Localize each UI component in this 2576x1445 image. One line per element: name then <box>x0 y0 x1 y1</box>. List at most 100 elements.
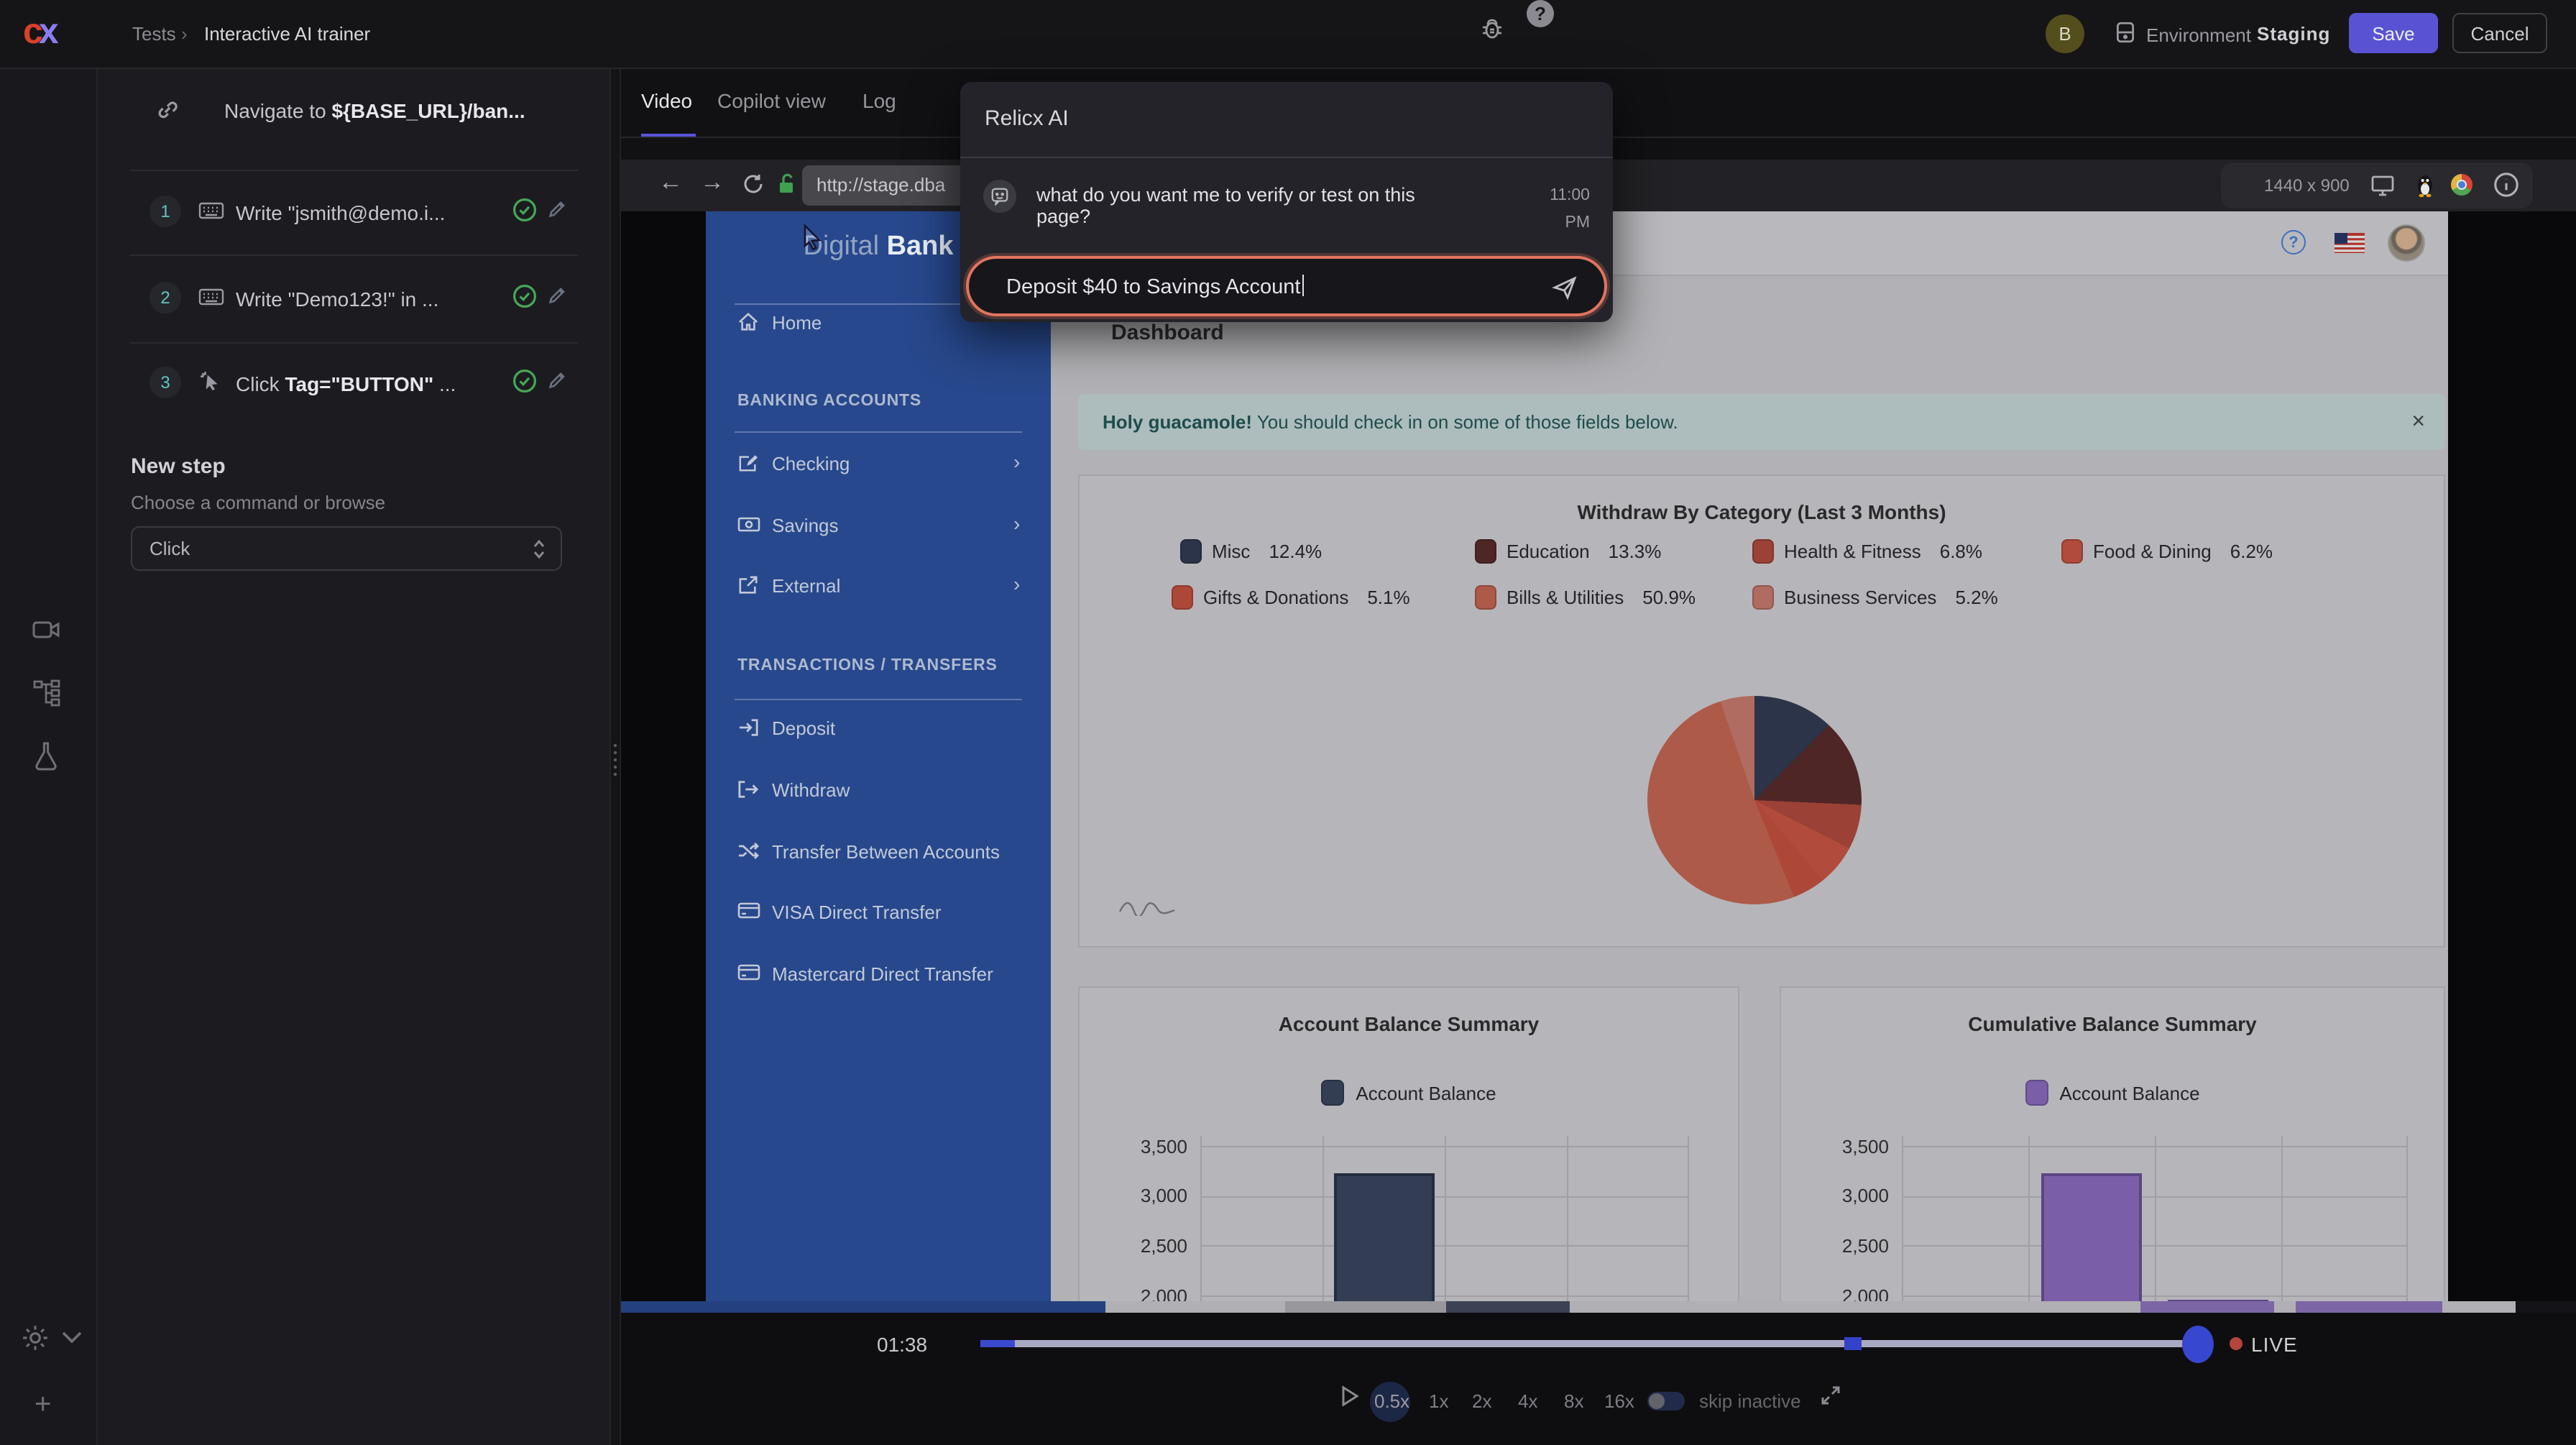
step-navigate[interactable]: Navigate to ${BASE_URL}/ban... <box>98 79 610 148</box>
legend-item[interactable]: Food & Dining6.2% <box>2061 539 2273 564</box>
external-link-icon <box>737 575 759 595</box>
legend-swatch <box>1475 585 1496 610</box>
step-row-3[interactable]: 3 Click Tag="BUTTON" ... <box>98 352 610 421</box>
settings-gear-icon[interactable] <box>20 1323 50 1353</box>
speed-2x-button[interactable]: 2x <box>1472 1390 1491 1412</box>
back-icon[interactable]: ← <box>658 168 683 197</box>
step-row-1[interactable]: 1 Write "jsmith@demo.i... <box>98 181 610 250</box>
bar-chart-legend[interactable]: Account Balance <box>1080 1080 1738 1106</box>
play-icon[interactable] <box>1340 1385 1360 1408</box>
flask-icon[interactable] <box>32 740 60 772</box>
send-icon[interactable] <box>1551 275 1578 301</box>
environment-label: Environment <box>2146 24 2251 46</box>
y-tick: 2,500 <box>1803 1235 1889 1257</box>
video-viewport[interactable]: Digital Bank Home BANKING ACCOUNTS <box>621 211 2576 1301</box>
user-avatar[interactable]: B <box>2046 14 2084 53</box>
relicx-ai-dialog: Relicx AI what do you want me to verify … <box>960 82 1613 322</box>
checking-icon <box>737 453 759 473</box>
bank-section-title: TRANSACTIONS / TRANSFERS <box>737 657 998 674</box>
bank-nav-mastercard-direct-transfer[interactable]: Mastercard Direct Transfer <box>706 953 1051 996</box>
shuffle-icon <box>737 841 760 860</box>
command-select[interactable]: Click <box>131 526 562 571</box>
bank-nav-savings[interactable]: Savings › <box>706 505 1051 548</box>
forward-icon[interactable]: → <box>700 168 724 197</box>
bank-nav-label: Mastercard Direct Transfer <box>772 963 993 985</box>
chevron-right-icon: › <box>1013 572 1020 595</box>
panel-resizer[interactable] <box>610 69 621 1445</box>
bank-nav-transfer-between-accounts[interactable]: Transfer Between Accounts <box>706 831 1051 874</box>
legend-item[interactable]: Misc12.4% <box>1180 539 1322 564</box>
tab-log[interactable]: Log <box>862 89 896 112</box>
divider <box>129 170 578 171</box>
bank-user-avatar[interactable] <box>2388 224 2425 262</box>
chrome-browser-icon <box>2451 174 2472 196</box>
flow-tree-icon[interactable] <box>32 679 63 707</box>
seek-bar-buffered <box>980 1340 1015 1347</box>
sparkline-icon <box>1118 893 1176 916</box>
chevron-down-icon[interactable] <box>60 1329 83 1346</box>
add-icon[interactable]: + <box>34 1389 51 1422</box>
environment-value[interactable]: Staging <box>2257 23 2330 45</box>
bank-nav-checking[interactable]: Checking › <box>706 443 1051 486</box>
pie-chart-title: Withdraw By Category (Last 3 Months) <box>1080 500 2444 523</box>
bug-icon[interactable] <box>1478 14 1506 43</box>
bar <box>2041 1173 2142 1301</box>
speed-1x-button[interactable]: 1x <box>1429 1390 1448 1412</box>
legend-item[interactable]: Gifts & Donations5.1% <box>1172 585 1410 610</box>
step-row-2[interactable]: 2 Write "Demo123!" in ... <box>98 267 610 336</box>
edit-pencil-icon[interactable] <box>546 285 568 306</box>
y-tick: 3,500 <box>1803 1136 1889 1157</box>
bar-chart-legend[interactable]: Account Balance <box>1781 1080 2444 1106</box>
cancel-button[interactable]: Cancel <box>2452 13 2547 53</box>
keyboard-icon <box>198 200 224 221</box>
step-number: 3 <box>150 367 181 398</box>
video-camera-icon[interactable] <box>32 615 63 644</box>
edit-pencil-icon[interactable] <box>546 370 568 391</box>
tab-video[interactable]: Video <box>641 89 692 112</box>
monitor-icon[interactable] <box>2370 174 2395 197</box>
save-button[interactable]: Save <box>2349 13 2438 53</box>
divider <box>735 431 1022 433</box>
legend-swatch <box>1172 585 1193 610</box>
url-text: http://stage.dba <box>816 174 945 196</box>
speed-0.5x-button[interactable]: 0.5x <box>1374 1390 1409 1412</box>
bank-section-title: BANKING ACCOUNTS <box>737 393 921 410</box>
environment-icon <box>2113 20 2138 45</box>
fullscreen-icon[interactable] <box>1820 1385 1841 1406</box>
info-icon[interactable] <box>2493 171 2520 198</box>
legend-item[interactable]: Business Services5.2% <box>1752 585 1998 610</box>
breadcrumb-tests[interactable]: Tests <box>132 23 176 45</box>
legend-item[interactable]: Education13.3% <box>1475 539 1661 564</box>
legend-item[interactable]: Bills & Utilities50.9% <box>1475 585 1696 610</box>
cx-logo[interactable]: cx <box>23 12 80 58</box>
edit-pencil-icon[interactable] <box>546 198 568 220</box>
linux-tux-icon <box>2414 173 2437 198</box>
alert-close-icon[interactable]: × <box>2411 394 2425 450</box>
y-tick: 3,000 <box>1101 1185 1187 1206</box>
chat-input[interactable]: Deposit $40 to Savings Account <box>966 256 1607 316</box>
tab-copilot-view[interactable]: Copilot view <box>717 89 826 112</box>
speed-16x-button[interactable]: 16x <box>1604 1390 1634 1412</box>
seek-marker[interactable] <box>1844 1337 1862 1350</box>
playhead-handle[interactable] <box>2182 1326 2214 1363</box>
bar-plot-area <box>1200 1136 1689 1301</box>
reload-icon[interactable] <box>742 173 765 196</box>
bank-sidebar: Digital Bank Home BANKING ACCOUNTS <box>706 211 1051 1301</box>
skip-inactive-toggle[interactable] <box>1647 1392 1685 1410</box>
check-success-icon <box>512 197 538 223</box>
seek-bar[interactable] <box>980 1340 2198 1347</box>
bank-page-title: Dashboard <box>1111 321 1224 345</box>
speed-4x-button[interactable]: 4x <box>1518 1390 1537 1412</box>
speed-8x-button[interactable]: 8x <box>1564 1390 1583 1412</box>
bank-nav-withdraw[interactable]: Withdraw <box>706 769 1051 812</box>
bank-nav-external[interactable]: External › <box>706 565 1051 608</box>
bank-nav-deposit[interactable]: Deposit <box>706 707 1051 751</box>
y-tick: 2,000 <box>1803 1285 1889 1301</box>
bank-help-icon[interactable]: ? <box>2281 230 2306 254</box>
legend-item[interactable]: Health & Fitness6.8% <box>1752 539 1982 564</box>
us-flag-icon[interactable] <box>2334 233 2365 253</box>
top-bar: cx Tests › Interactive AI trainer ? B En… <box>0 0 2576 69</box>
bank-nav-visa-direct-transfer[interactable]: VISA Direct Transfer <box>706 891 1051 935</box>
help-icon[interactable]: ? <box>1527 0 1554 27</box>
timeline-thumbnail-strip <box>621 1301 1105 1313</box>
